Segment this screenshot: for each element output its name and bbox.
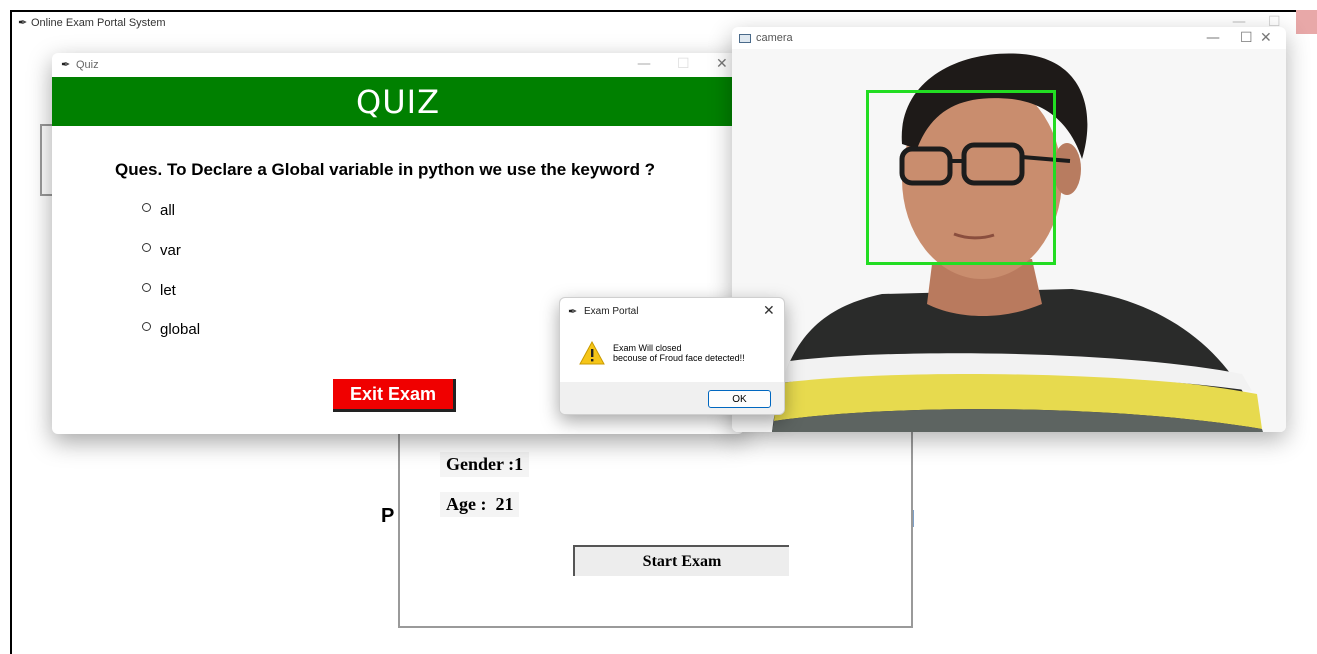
question-text: Ques. To Declare a Global variable in py…: [115, 160, 656, 179]
radio-icon[interactable]: [142, 322, 151, 331]
camera-maximize-button[interactable]: ☐: [1240, 30, 1253, 46]
start-exam-button[interactable]: Start Exam: [573, 545, 789, 576]
main-close-button[interactable]: [1296, 10, 1317, 34]
quiz-maximize-button[interactable]: ☐: [677, 56, 690, 72]
option-label: let: [160, 282, 176, 299]
radio-icon[interactable]: [142, 283, 151, 292]
camera-window-title: camera: [756, 32, 793, 44]
quiz-minimize-button[interactable]: —: [637, 56, 651, 72]
radio-icon[interactable]: [142, 203, 151, 212]
dialog-close-button[interactable]: ✕: [763, 303, 775, 319]
exit-exam-button[interactable]: Exit Exam: [333, 379, 456, 412]
gender-label: Gender :1: [440, 452, 530, 477]
camera-close-button[interactable]: ✕: [1260, 30, 1272, 46]
dialog-message-line1: Exam Will closed: [613, 343, 682, 353]
dialog-feather-icon: ✒: [568, 306, 578, 318]
background-divider: [913, 510, 914, 527]
option-var[interactable]: var: [142, 242, 181, 259]
quiz-window-title: Quiz: [76, 59, 99, 71]
option-label: var: [160, 242, 181, 259]
radio-icon[interactable]: [142, 243, 151, 252]
camera-window: camera — ☐ ✕: [732, 27, 1286, 432]
background-heading-fragment: P: [381, 505, 395, 527]
background-frame-fragment: [40, 124, 52, 196]
quiz-feather-icon: ✒: [61, 59, 71, 71]
option-let[interactable]: let: [142, 282, 176, 299]
option-label: global: [160, 321, 201, 338]
quiz-header-title: QUIZ: [356, 82, 440, 121]
dialog-title: Exam Portal: [584, 306, 639, 317]
camera-app-icon: [739, 34, 751, 43]
age-label: Age : 21: [440, 492, 520, 517]
quiz-header: QUIZ: [52, 77, 744, 126]
option-global[interactable]: global: [142, 321, 200, 338]
dialog-message-line2: becouse of Froud face detected!!: [613, 353, 745, 363]
ok-button[interactable]: OK: [708, 390, 771, 408]
camera-minimize-button[interactable]: —: [1206, 30, 1220, 46]
option-label: all: [160, 202, 176, 219]
main-window-title: Online Exam Portal System: [31, 17, 166, 29]
face-detection-box: [866, 90, 1056, 265]
warning-icon: [579, 341, 605, 365]
option-all[interactable]: all: [142, 202, 175, 219]
quiz-close-button[interactable]: ✕: [716, 56, 728, 72]
app-feather-icon: ✒: [18, 17, 28, 29]
alert-dialog: ✒ Exam Portal ✕ Exam Will closed becouse…: [559, 297, 785, 415]
